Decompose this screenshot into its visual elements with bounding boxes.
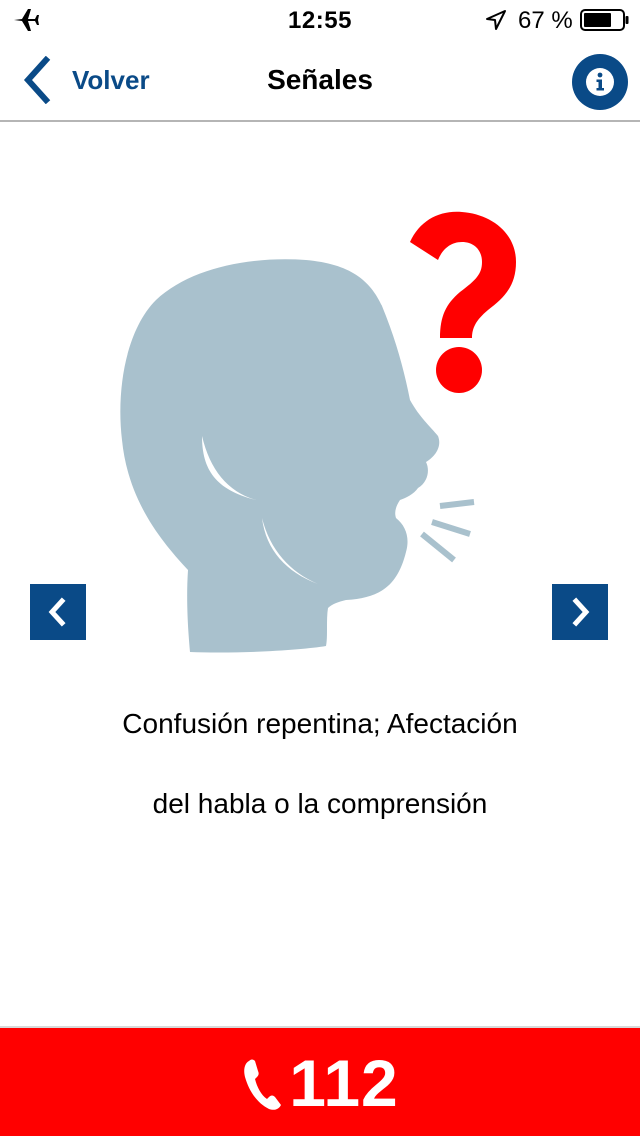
- battery-icon: [580, 9, 629, 31]
- chevron-left-icon: [48, 597, 66, 627]
- info-icon: [586, 68, 614, 96]
- phone-icon: [244, 1059, 282, 1110]
- emergency-number: 112: [289, 1046, 399, 1120]
- question-mark-icon: [410, 211, 516, 393]
- battery-percent: 67 %: [518, 7, 573, 34]
- screen: 12:55 67 % Volver Señales Confusión repe…: [0, 0, 640, 1136]
- previous-slide-button[interactable]: [30, 584, 86, 640]
- navigation-bar: Volver Señales: [0, 40, 640, 122]
- status-bar: 12:55 67 %: [0, 0, 640, 40]
- next-slide-button[interactable]: [552, 584, 608, 640]
- chevron-right-icon: [572, 597, 590, 627]
- page-title: Señales: [267, 64, 373, 95]
- emergency-call-button[interactable]: 112: [0, 1026, 640, 1136]
- location-icon: [486, 10, 506, 30]
- sign-description-line-1: Confusión repentina; Afectación: [122, 708, 518, 739]
- head-silhouette: [120, 259, 440, 653]
- info-button[interactable]: [572, 54, 628, 110]
- sign-description: Confusión repentina; Afectación del habl…: [40, 700, 600, 860]
- confused-speaking-head-icon: [120, 211, 516, 653]
- sign-description-line-2: del habla o la comprensión: [152, 788, 488, 819]
